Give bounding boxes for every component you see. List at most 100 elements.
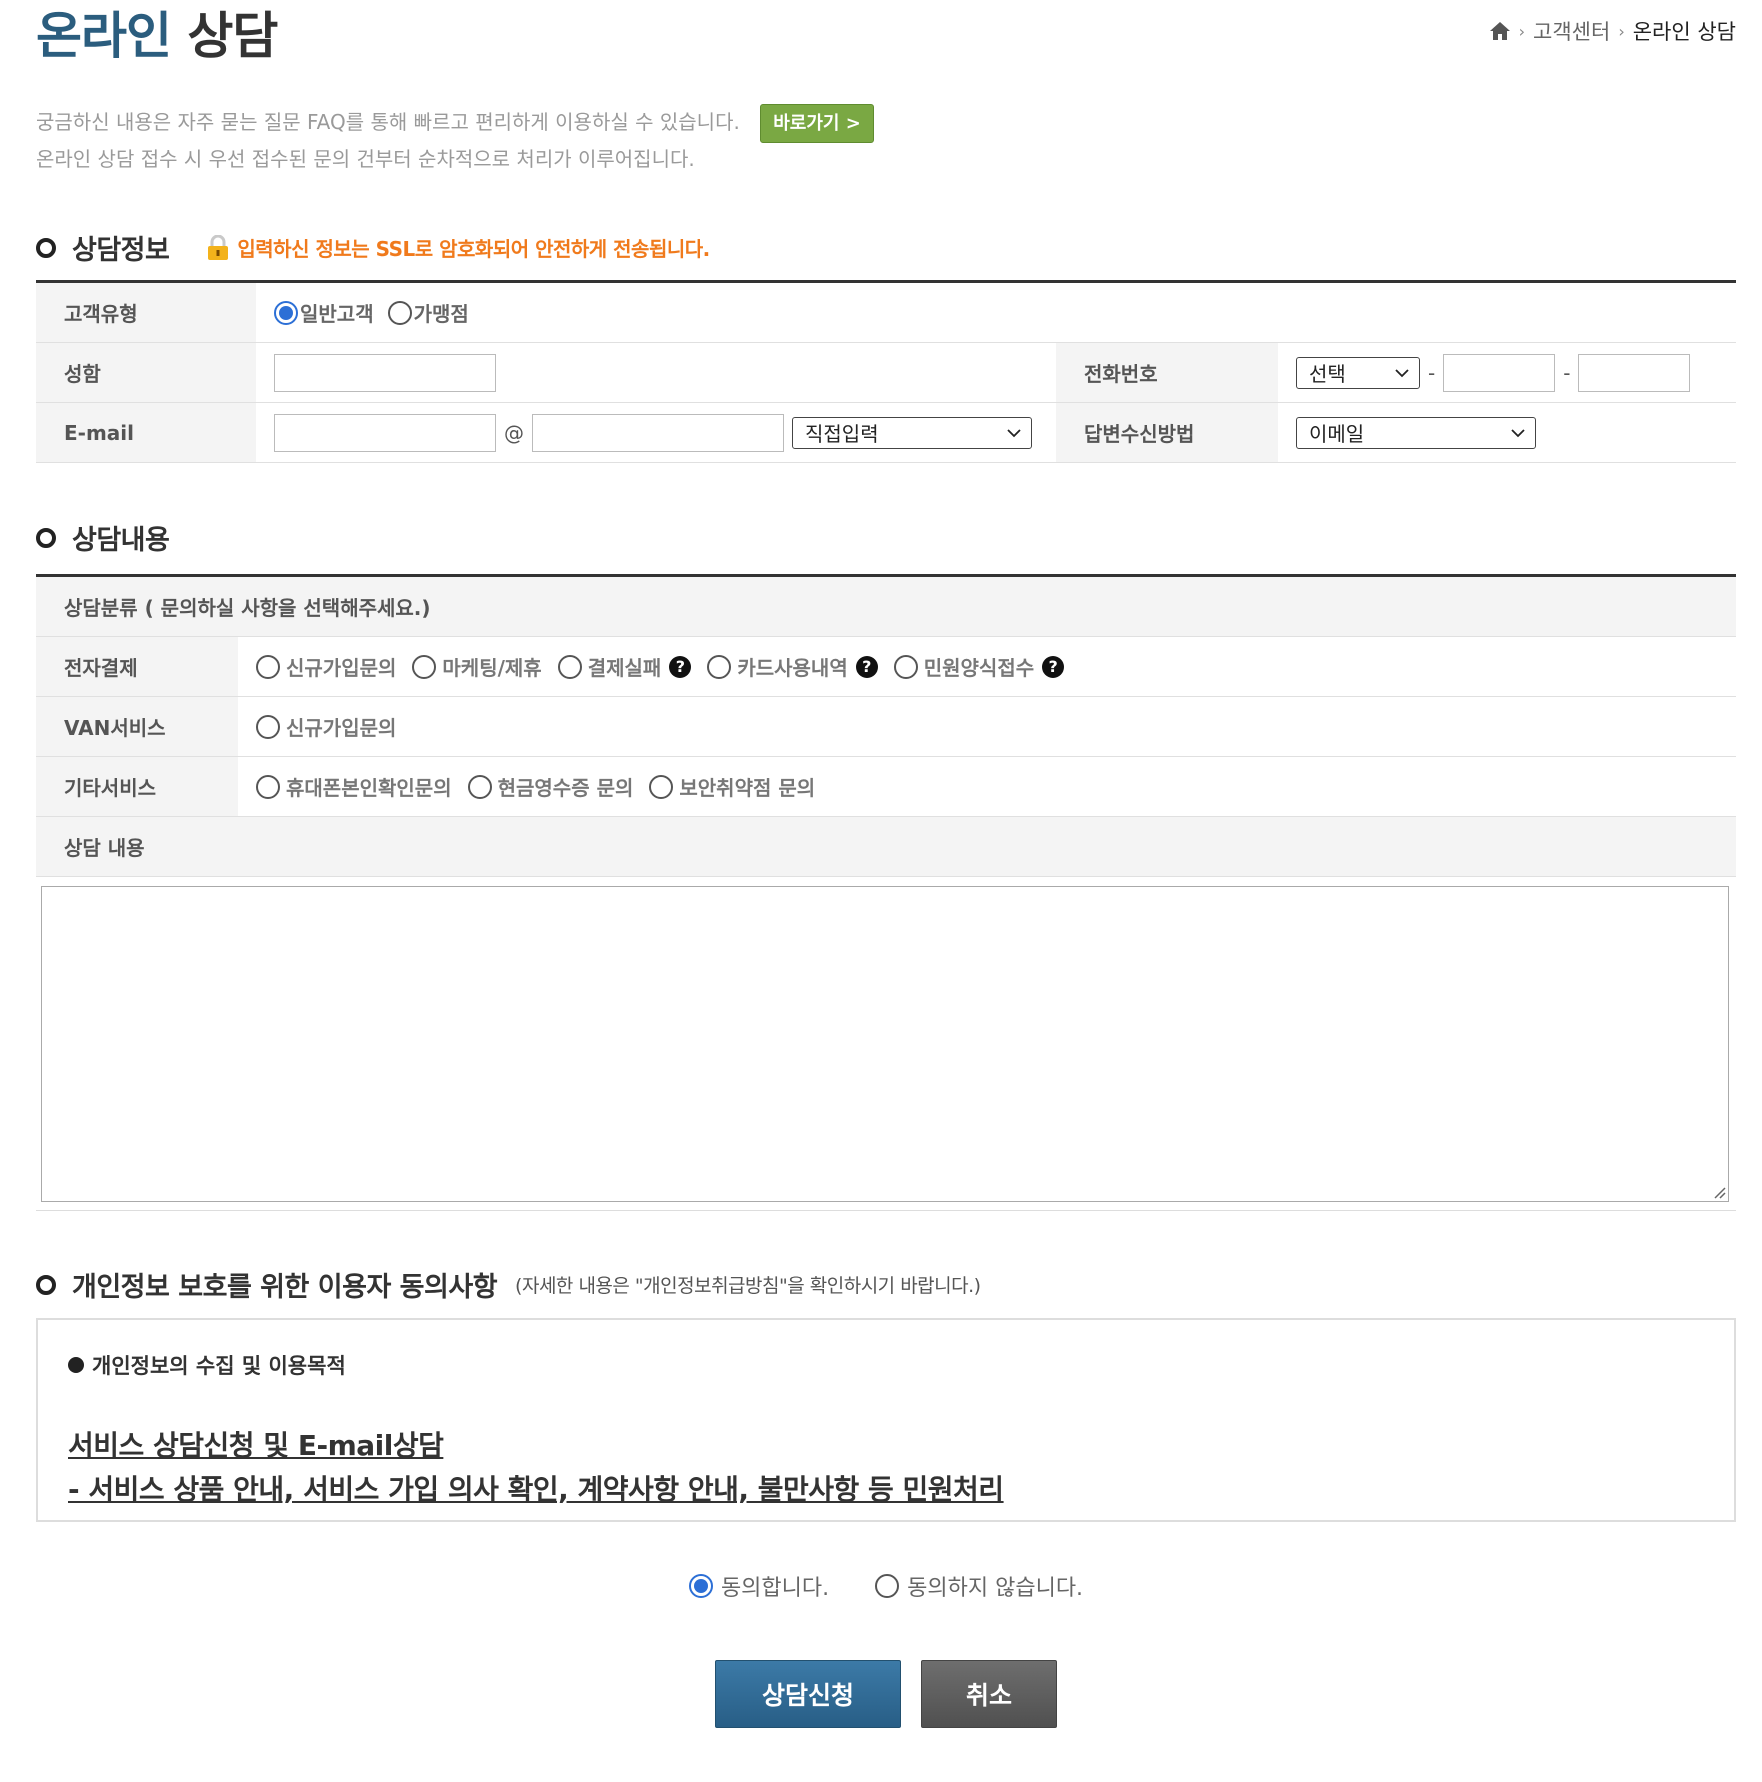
email-domain-select[interactable]: 직접입력 [792,416,1032,449]
disagree-label[interactable]: 동의하지 않습니다. [907,1570,1083,1602]
radio-phone-verification[interactable] [256,774,280,799]
option-security-vuln[interactable]: 보안취약점 문의 [649,772,815,801]
ssl-notice-text: 입력하신 정보는 SSL로 암호화되어 안전하게 전송됩니다. [237,237,710,261]
content-label-row: 상담 내용 [36,817,1736,877]
option-label[interactable]: 휴대폰본인확인문의 [286,772,452,801]
agree-label[interactable]: 동의합니다. [721,1570,829,1602]
reply-method-select[interactable]: 이메일 [1296,416,1536,449]
phone-separator: - [1563,360,1571,385]
category-label-van: VAN서비스 [36,697,238,756]
lock-icon [208,234,229,260]
category-label-other: 기타서비스 [36,757,238,816]
info-section-title: 상담정보 [72,235,170,266]
radio-card-history[interactable] [707,654,732,679]
option-complaint-form[interactable]: 민원양식접수? [893,652,1065,681]
email-label: E-mail [36,403,256,462]
category-row-van: VAN서비스 신규가입문의 [36,697,1736,757]
chevron-down-icon [1007,428,1021,437]
radio-agree[interactable] [688,1574,713,1598]
option-cash-receipt[interactable]: 현금영수증 문의 [467,772,634,801]
email-id-input[interactable] [274,413,496,452]
category-label-epayment: 전자결제 [36,637,238,696]
option-card-history[interactable]: 카드사용내역? [707,652,878,681]
email-reply-row: E-mail @ 직접입력 답변수신방법 이메일 [36,403,1736,463]
option-marketing[interactable]: 마케팅/제휴 [412,652,542,681]
radio-signup-inquiry[interactable] [256,654,280,679]
reply-method-value: 이메일 [1309,422,1365,446]
customer-type-label: 고객유형 [36,283,256,342]
breadcrumb: › 고객센터 › 온라인 상담 [1489,16,1736,46]
privacy-consent-box: 개인정보의 수집 및 이용목적 서비스 상담신청 및 E-mail상담 - 서비… [36,1318,1736,1522]
help-icon[interactable]: ? [855,655,878,678]
option-label[interactable]: 현금영수증 문의 [498,772,634,801]
option-label[interactable]: 민원양식접수 [924,652,1034,681]
help-icon[interactable]: ? [669,655,692,678]
cancel-button[interactable]: 취소 [921,1660,1057,1728]
content-label: 상담 내용 [36,817,1736,876]
intro-text: 궁금하신 내용은 자주 묻는 질문 FAQ를 통해 빠르고 편리하게 이용하실 … [36,104,874,176]
name-input[interactable] [274,353,496,392]
reply-method-label: 답변수신방법 [1056,403,1278,462]
category-options-epayment: 신규가입문의 마케팅/제휴 결제실패? 카드사용내역? 민원양식접수? [238,637,1080,696]
radio-disagree[interactable] [875,1574,900,1598]
phone-middle-input[interactable] [1443,353,1556,392]
name-label: 성함 [36,343,256,402]
home-icon[interactable] [1489,21,1511,41]
chevron-right-icon: › [1518,21,1526,41]
option-label[interactable]: 결제실패 [588,652,662,681]
bullet-dot-icon [68,1357,84,1373]
option-label[interactable]: 마케팅/제휴 [442,652,541,681]
phone-label: 전화번호 [1056,343,1278,402]
option-payment-failure[interactable]: 결제실패? [557,652,692,681]
intro-line-2: 온라인 상담 접수 시 우선 접수된 문의 건부터 순차적으로 처리가 이루어집… [36,147,695,171]
disagree-option[interactable]: 동의하지 않습니다. [875,1570,1083,1602]
agree-option[interactable]: 동의합니다. [688,1570,829,1602]
reply-method-cell: 이메일 [1278,403,1536,462]
chevron-down-icon [1511,428,1525,437]
radio-merchant[interactable] [387,300,412,325]
resize-handle-icon[interactable] [1712,1185,1726,1199]
category-options-other: 휴대폰본인확인문의 현금영수증 문의 보안취약점 문의 [238,757,831,816]
intro-line-1-text: 궁금하신 내용은 자주 묻는 질문 FAQ를 통해 빠르고 편리하게 이용하실 … [36,110,740,134]
option-van-signup[interactable]: 신규가입문의 [256,712,396,741]
privacy-section-heading: 개인정보 보호를 위한 이용자 동의사항 (자세한 내용은 "개인정보취급방침"… [36,1265,981,1304]
breadcrumb-item-customer-center[interactable]: 고객센터 [1533,16,1610,46]
submit-button[interactable]: 상담신청 [715,1660,901,1728]
purpose-title: 개인정보의 수집 및 이용목적 [92,1354,346,1378]
phone-last-input[interactable] [1578,353,1691,392]
radio-marketing[interactable] [412,654,437,679]
purpose-line-2: - 서비스 상품 안내, 서비스 가입 의사 확인, 계약사항 안내, 불만사항… [68,1473,1004,1506]
circle-bullet-icon [36,237,56,258]
help-icon[interactable]: ? [1042,655,1065,678]
email-domain-input[interactable] [532,413,784,452]
radio-general-customer-label[interactable]: 일반고객 [300,298,374,327]
phone-prefix-select[interactable]: 선택 [1296,356,1420,389]
customer-type-options: 일반고객 가맹점 [256,283,469,342]
option-label[interactable]: 신규가입문의 [286,652,396,681]
radio-merchant-label[interactable]: 가맹점 [414,298,469,327]
content-textarea[interactable] [41,886,1729,1202]
info-section-heading: 상담정보 입력하신 정보는 SSL로 암호화되어 안전하게 전송됩니다. [36,228,710,267]
faq-shortcut-button[interactable]: 바로가기 > [760,104,874,143]
page-title-accent: 온라인 [36,7,172,65]
name-phone-row: 성함 전화번호 선택 - - [36,343,1736,403]
page-title: 온라인 상담 [36,4,278,68]
divider [36,1210,1736,1211]
radio-complaint-form[interactable] [893,654,918,679]
chevron-down-icon [1395,368,1409,377]
email-domain-select-value: 직접입력 [805,422,879,446]
privacy-section-note: (자세한 내용은 "개인정보취급방침"을 확인하시기 바랍니다.) [515,1275,981,1297]
email-at-sign: @ [504,420,524,445]
option-phone-verification[interactable]: 휴대폰본인확인문의 [256,772,452,801]
option-signup-inquiry[interactable]: 신규가입문의 [256,652,396,681]
radio-van-signup[interactable] [256,714,280,739]
option-label[interactable]: 보안취약점 문의 [679,772,815,801]
option-label[interactable]: 신규가입문의 [286,712,396,741]
option-label[interactable]: 카드사용내역 [737,652,847,681]
radio-payment-failure[interactable] [557,654,582,679]
category-options-van: 신규가입문의 [238,697,412,756]
radio-security-vuln[interactable] [649,774,674,799]
action-buttons: 상담신청 취소 [36,1660,1736,1728]
radio-cash-receipt[interactable] [467,774,492,799]
radio-general-customer[interactable] [274,300,298,325]
